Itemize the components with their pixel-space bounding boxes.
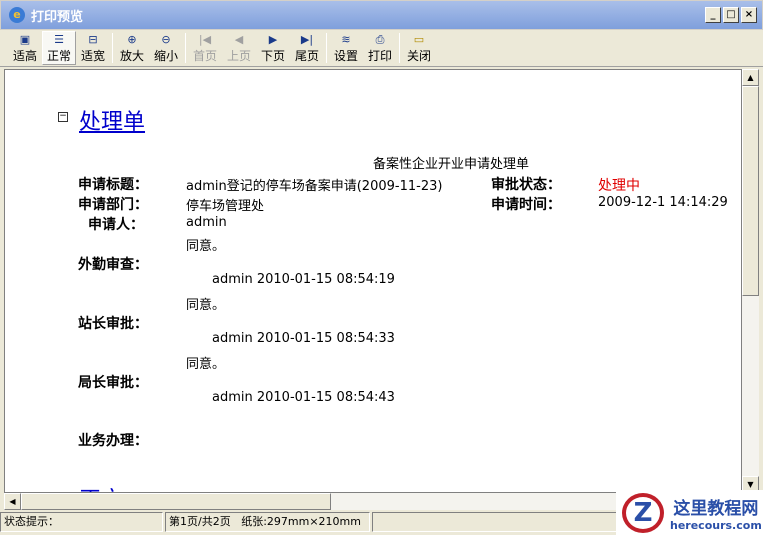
watermark-name: 这里教程网 <box>673 498 759 519</box>
preview-page: − 处理单 备案性企业开业申请处理单 申请标题： admin登记的停车场备案申请… <box>4 69 742 493</box>
step-opinion: 同意。 <box>186 239 226 254</box>
zoom-in-icon: ⊕ <box>127 33 137 46</box>
scroll-left-icon[interactable]: ◀ <box>4 493 21 510</box>
zoom-out-icon: ⊖ <box>161 33 171 46</box>
last-page-button[interactable]: ▶| 尾页 <box>290 31 324 65</box>
settings-icon: ≋ <box>341 33 351 46</box>
normal-icon: ☰ <box>54 33 64 46</box>
applicant-label: 申请人： <box>88 217 144 233</box>
next-page-icon: ▶ <box>268 33 278 46</box>
title-value: admin登记的停车场备案申请(2009-11-23) <box>186 179 443 194</box>
first-page-icon: |◀ <box>198 33 212 46</box>
step-opinion: 同意。 <box>186 298 226 313</box>
scroll-up-icon[interactable]: ▲ <box>742 69 759 86</box>
close-button[interactable]: × <box>741 7 757 23</box>
zoom-out-button[interactable]: ⊖ 缩小 <box>149 31 183 65</box>
status-hint: 状态提示： <box>0 512 163 532</box>
status-page-info: 第1页/共2页 纸张:297mm×210mm <box>165 512 370 532</box>
page-count: 第1页/共2页 <box>169 515 231 528</box>
status-label: 审批状态： <box>491 177 561 193</box>
h-scroll-thumb[interactable] <box>21 493 331 510</box>
fit-height-icon: ▣ <box>19 33 31 46</box>
fit-width-icon: ⊟ <box>88 33 98 46</box>
dept-value: 停车场管理处 <box>186 199 265 214</box>
title-bar: e 打印预览 _ □ × <box>0 0 763 30</box>
first-page-button[interactable]: |◀ 首页 <box>188 31 222 65</box>
settings-button[interactable]: ≋ 设置 <box>329 31 363 65</box>
print-button[interactable]: ⎙ 打印 <box>363 31 397 65</box>
title-label: 申请标题： <box>78 177 148 193</box>
section-heading[interactable]: 处理单 <box>79 104 145 136</box>
watermark-logo: Z 这里教程网 herecours.com <box>616 490 763 535</box>
minimize-button[interactable]: _ <box>705 7 721 23</box>
close-preview-button[interactable]: ▭ 关闭 <box>402 31 436 65</box>
section-heading-2[interactable]: 正文 <box>79 482 123 492</box>
normal-button[interactable]: ☰ 正常 <box>42 31 76 65</box>
step-label: 外勤审查： <box>78 257 148 273</box>
step-label: 局长审批： <box>78 375 148 391</box>
step-signature: admin 2010-01-15 08:54:43 <box>212 390 395 405</box>
paper-size: 纸张:297mm×210mm <box>241 515 361 528</box>
time-label: 申请时间： <box>491 197 561 213</box>
step-opinion: 同意。 <box>186 357 226 372</box>
fit-height-button[interactable]: ▣ 适高 <box>8 31 42 65</box>
print-icon: ⎙ <box>375 33 385 46</box>
logo-z-icon: Z <box>622 492 664 533</box>
status-value: 处理中 <box>598 178 640 194</box>
prev-page-icon: ◀ <box>234 33 244 46</box>
collapse-icon[interactable]: − <box>58 112 68 122</box>
watermark-url: herecours.com <box>670 518 762 532</box>
next-page-button[interactable]: ▶ 下页 <box>256 31 290 65</box>
zoom-in-button[interactable]: ⊕ 放大 <box>115 31 149 65</box>
ie-icon: e <box>9 7 25 23</box>
maximize-button[interactable]: □ <box>723 7 739 23</box>
dept-label: 申请部门： <box>78 197 148 213</box>
close-folder-icon: ▭ <box>413 33 425 46</box>
step-label: 站长审批： <box>78 316 148 332</box>
toolbar: ▣ 适高 ☰ 正常 ⊟ 适宽 ⊕ 放大 ⊖ 缩小 |◀ 首页 ◀ 上页 ▶ 下页 ▶| 尾页 ≋ 设… <box>0 30 763 67</box>
step-signature: admin 2010-01-15 08:54:19 <box>212 272 395 287</box>
prev-page-button[interactable]: ◀ 上页 <box>222 31 256 65</box>
vertical-scrollbar[interactable]: ▲ ▼ <box>742 69 759 493</box>
fit-width-button[interactable]: ⊟ 适宽 <box>76 31 110 65</box>
step-signature: admin 2010-01-15 08:54:33 <box>212 331 395 346</box>
last-page-icon: ▶| <box>300 33 314 46</box>
time-value: 2009-12-1 14:14:29 <box>598 195 728 210</box>
applicant-value: admin <box>186 215 227 230</box>
window-title: 打印预览 <box>31 9 84 25</box>
horizontal-scrollbar[interactable]: ◀ <box>4 493 618 510</box>
document-subtitle: 备案性企业开业申请处理单 <box>373 157 530 172</box>
scroll-thumb[interactable] <box>742 86 759 296</box>
business-label: 业务办理： <box>78 433 148 449</box>
status-empty <box>372 512 622 532</box>
